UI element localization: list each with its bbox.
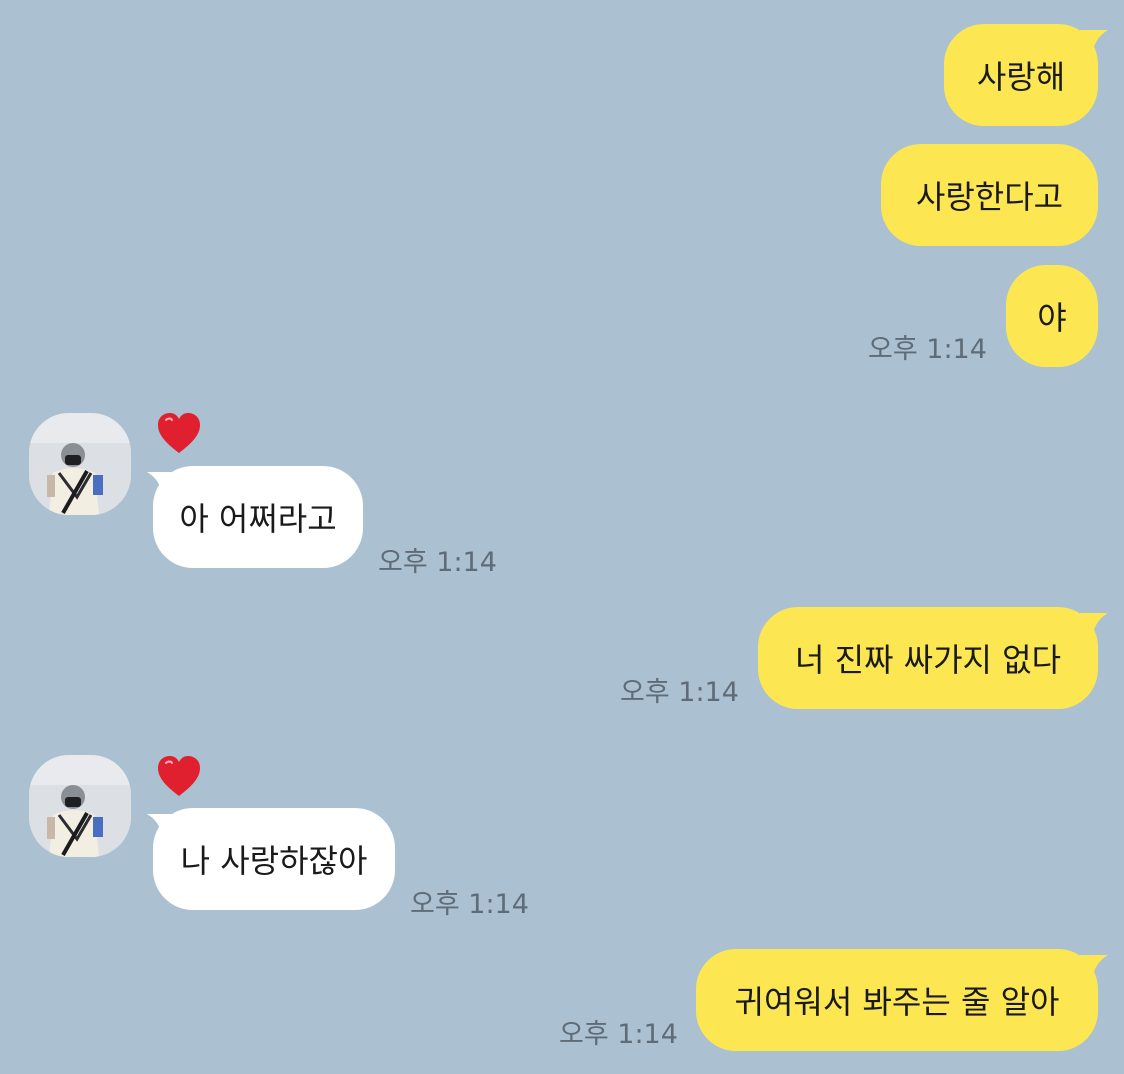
bubble-tail [1080, 30, 1108, 56]
message-timestamp: 오후 1:14 [868, 334, 987, 365]
message-timestamp: 오후 1:14 [559, 1019, 678, 1050]
message-timestamp: 오후 1:14 [410, 889, 529, 920]
message-text: 나 사랑하잖아 [180, 842, 368, 880]
message-text: 사랑한다고 [915, 178, 1064, 216]
message-timestamp: 오후 1:14 [378, 547, 497, 578]
message-bubble-sent[interactable]: 야 [1006, 265, 1098, 367]
message-text: 사랑해 [976, 58, 1066, 96]
bubble-tail [1080, 613, 1108, 639]
bubble-tail [1080, 955, 1108, 981]
contact-avatar[interactable] [29, 413, 131, 515]
message-text: 야 [1037, 299, 1067, 337]
message-bubble-received[interactable]: 아 어쩌라고 [153, 466, 363, 568]
heart-icon[interactable] [156, 411, 202, 455]
message-bubble-sent[interactable]: 귀여워서 봐주는 줄 알아 [696, 949, 1098, 1051]
message-text: 귀여워서 봐주는 줄 알아 [734, 983, 1060, 1021]
message-timestamp: 오후 1:14 [620, 677, 739, 708]
message-bubble-sent[interactable]: 사랑해 [944, 24, 1098, 126]
message-bubble-sent[interactable]: 너 진짜 싸가지 없다 [758, 607, 1098, 709]
message-text: 너 진짜 싸가지 없다 [794, 641, 1062, 679]
heart-icon[interactable] [156, 754, 202, 798]
message-text: 아 어쩌라고 [179, 500, 337, 538]
contact-avatar[interactable] [29, 755, 131, 857]
message-bubble-received[interactable]: 나 사랑하잖아 [153, 808, 395, 910]
message-bubble-sent[interactable]: 사랑한다고 [881, 144, 1098, 246]
